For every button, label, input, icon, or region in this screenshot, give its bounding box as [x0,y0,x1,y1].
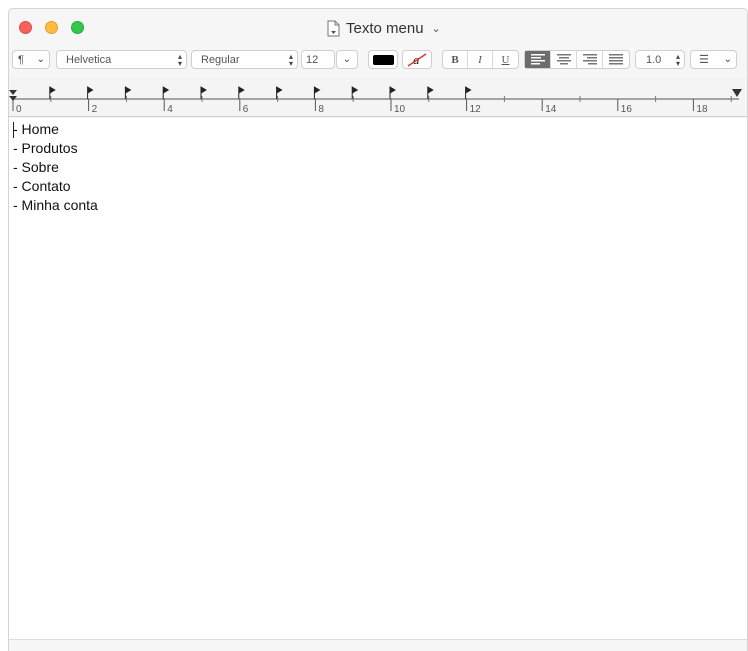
ruler-label: 6 [243,104,249,115]
text-line: - Produtos [13,140,78,156]
text-line: - Minha conta [13,197,98,213]
font-size-dropdown[interactable]: ⌄ [336,50,358,69]
font-size-value: 12 [306,53,319,66]
close-button[interactable] [19,21,32,34]
align-justify-icon [609,54,623,65]
text-line: - Sobre [13,159,59,175]
chevron-down-icon: ⌄ [342,54,351,65]
font-style-popup[interactable]: Regular ▴ ▾ [191,50,298,69]
right-margin-marker[interactable] [732,89,742,97]
ruler-label: 0 [16,104,22,115]
updown-arrows-icon: ▴ ▾ [675,52,680,68]
italic-button[interactable]: I [468,51,493,68]
align-left-icon [530,54,545,65]
line-spacing-value: 1.0 [646,53,662,66]
bold-button[interactable]: B [443,51,468,68]
ruler-label: 2 [92,104,98,115]
tab-stop-marker[interactable] [313,86,321,99]
ruler[interactable]: 0 2 4 6 8 10 12 14 16 18 [9,77,747,117]
minimize-button[interactable] [45,21,58,34]
ruler-label: 18 [696,104,708,115]
paragraph-icon: ¶ [18,53,24,66]
tab-stop-marker[interactable] [87,86,94,99]
ruler-label: 16 [621,104,633,115]
first-line-indent-marker[interactable] [9,90,17,95]
justify-button[interactable] [603,51,629,68]
window-title[interactable]: Texto menu ⌄ [327,17,441,39]
alignment-segment [524,50,630,69]
list-bullets-popup[interactable]: ☰ ⌄ [690,50,737,69]
align-left-button[interactable] [525,51,551,68]
font-style-value: Regular [201,53,240,66]
chevron-down-icon: ⌄ [723,54,732,65]
chevron-down-icon[interactable]: ⌄ [432,22,441,35]
ruler-label: 14 [545,104,557,115]
updown-arrows-icon: ▴ ▾ [177,52,182,68]
document-icon [327,20,340,37]
underline-button[interactable]: U [493,51,518,68]
font-size-field[interactable]: 12 [301,50,335,69]
tab-stop-marker[interactable] [162,86,170,99]
ruler-label: 12 [470,104,482,115]
tab-stop-marker[interactable] [465,86,472,99]
document-text[interactable]: - Home - Produtos - Sobre - Contato - Minha … [13,120,98,215]
updown-arrows-icon: ▴ ▾ [288,52,293,68]
align-center-icon [556,54,571,65]
ruler-graphic: 0 2 4 6 8 10 12 14 16 18 [9,86,742,115]
text-style-segment: B I U [442,50,519,69]
align-right-icon [582,54,597,65]
text-color-well[interactable] [368,50,398,69]
list-bullets-icon: ☰ [699,54,709,66]
line-spacing-popup[interactable]: 1.0 ▴ ▾ [635,50,685,69]
format-toolbar: ¶ ⌄ Helvetica ▴ ▾ Regular ▴ ▾ 12 ⌄ a B I… [9,47,747,75]
align-right-button[interactable] [577,51,603,68]
textedit-window: Texto menu ⌄ ¶ ⌄ Helvetica ▴ ▾ Regular ▴ ▾… [8,8,748,651]
font-family-popup[interactable]: Helvetica ▴ ▾ [56,50,187,69]
text-line: - Contato [13,178,71,194]
ruler-label: 4 [167,104,173,115]
font-family-value: Helvetica [66,53,112,66]
title-bar[interactable]: Texto menu ⌄ [9,9,747,47]
tab-stop-marker[interactable] [238,86,245,99]
tab-stop-marker[interactable] [389,86,396,99]
highlight-color-well[interactable]: a [402,50,432,69]
chevron-down-icon: ⌄ [36,54,45,65]
text-line: - Home [13,121,59,137]
highlight-strike-icon: a [407,52,427,67]
paragraph-styles-popup[interactable]: ¶ ⌄ [12,50,50,69]
text-color-swatch [373,55,394,65]
window-title-text: Texto menu [346,19,424,37]
zoom-button[interactable] [71,21,84,34]
ruler-label: 10 [394,104,406,115]
ruler-label: 8 [318,104,324,115]
align-center-button[interactable] [551,51,577,68]
document-body[interactable]: - Home - Produtos - Sobre - Contato - Minha … [9,118,747,640]
